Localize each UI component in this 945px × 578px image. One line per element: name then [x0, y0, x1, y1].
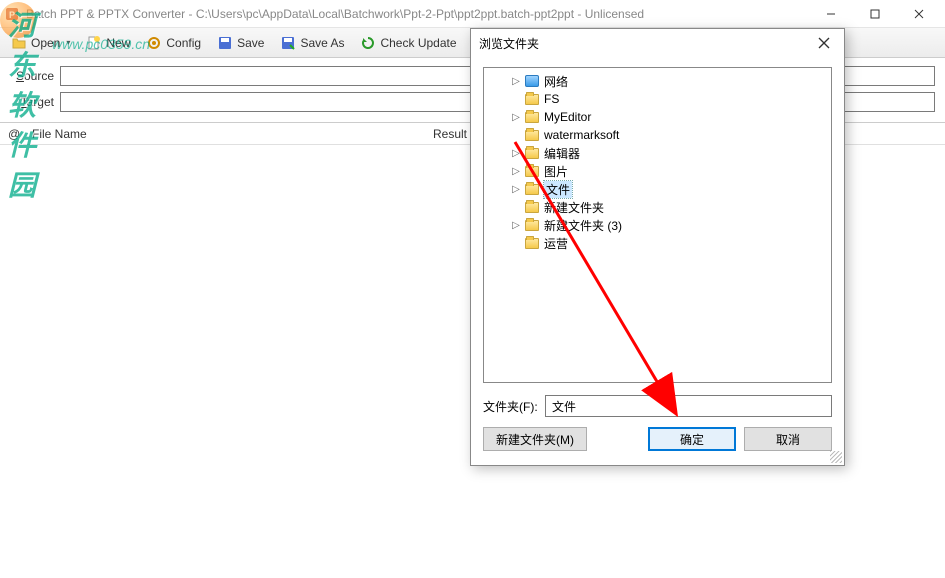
- tree-item[interactable]: FS: [486, 90, 829, 108]
- maximize-button[interactable]: [853, 0, 897, 28]
- cancel-button[interactable]: 取消: [744, 427, 832, 451]
- folder-icon: [524, 128, 540, 142]
- col-filename[interactable]: File Name: [24, 127, 425, 141]
- tree-item-label: watermarksoft: [544, 128, 619, 142]
- tree-item[interactable]: ▷ MyEditor: [486, 108, 829, 126]
- folder-tree[interactable]: ▷网络FS▷MyEditorwatermarksoft▷编辑器▷图片▷文件新建文…: [483, 67, 832, 383]
- folder-name-input[interactable]: [545, 395, 832, 417]
- config-button[interactable]: Config: [139, 32, 208, 54]
- tree-item-label: FS: [544, 92, 559, 106]
- tree-item[interactable]: ▷ 网络: [486, 72, 829, 90]
- window-titlebar: P Batch PPT & PPTX Converter - C:\Users\…: [0, 0, 945, 28]
- tree-item[interactable]: watermarksoft: [486, 126, 829, 144]
- tree-item[interactable]: 新建文件夹: [486, 198, 829, 216]
- open-icon: [11, 35, 27, 51]
- tree-item[interactable]: ▷ 文件: [486, 180, 829, 198]
- folder-icon: [524, 146, 540, 160]
- folder-icon: [524, 218, 540, 232]
- new-button[interactable]: New: [79, 32, 137, 54]
- folder-icon: [524, 164, 540, 178]
- dialog-titlebar: 浏览文件夹: [471, 29, 844, 57]
- tree-item-label: 图片: [544, 163, 568, 180]
- tree-item-label: 新建文件夹 (3): [544, 217, 622, 234]
- folder-icon: [524, 236, 540, 250]
- open-label: Open: [31, 36, 60, 50]
- check-update-label: Check Update: [380, 36, 456, 50]
- window-title: Batch PPT & PPTX Converter - C:\Users\pc…: [26, 7, 809, 21]
- refresh-icon: [360, 35, 376, 51]
- folder-icon: [524, 110, 540, 124]
- tree-item-label: 运营: [544, 235, 568, 252]
- svg-text:P: P: [9, 10, 15, 20]
- tree-item-label: 编辑器: [544, 145, 580, 162]
- dropdown-icon: ▾: [66, 38, 70, 47]
- save-button[interactable]: Save: [210, 32, 271, 54]
- tree-item[interactable]: ▷ 图片: [486, 162, 829, 180]
- tree-expander-icon[interactable]: ▷: [510, 166, 522, 177]
- config-label: Config: [166, 36, 201, 50]
- tree-expander-icon[interactable]: ▷: [510, 184, 522, 195]
- open-button[interactable]: Open ▾: [4, 32, 77, 54]
- tree-expander-icon[interactable]: ▷: [510, 220, 522, 231]
- tree-item-label: 新建文件夹: [544, 199, 604, 216]
- save-icon: [217, 35, 233, 51]
- target-label: TTargetarget: [10, 95, 54, 109]
- new-label: New: [106, 36, 130, 50]
- tree-expander-icon[interactable]: ▷: [510, 148, 522, 159]
- dialog-close-button[interactable]: [812, 31, 836, 55]
- save-as-button[interactable]: Save As: [273, 32, 351, 54]
- tree-expander-icon[interactable]: ▷: [510, 76, 522, 87]
- tree-expander-icon[interactable]: ▷: [510, 112, 522, 123]
- app-icon: P: [4, 6, 20, 22]
- close-button[interactable]: [897, 0, 941, 28]
- dialog-title: 浏览文件夹: [479, 35, 812, 52]
- folder-field-label: 文件夹(F):: [483, 398, 545, 415]
- tree-item[interactable]: 运营: [486, 234, 829, 252]
- col-status[interactable]: @: [0, 127, 24, 141]
- tree-item[interactable]: ▷ 编辑器: [486, 144, 829, 162]
- browse-folder-dialog: 浏览文件夹 ▷ 网络 FS ▷ MyEditor watermarksoft ▷ 编辑器 ▷ 图片…: [470, 28, 845, 466]
- tree-item-label: 网络: [544, 73, 568, 90]
- folder-icon: [524, 92, 540, 106]
- resize-grip-icon[interactable]: [830, 451, 842, 463]
- ok-button[interactable]: 确定: [648, 427, 736, 451]
- check-update-button[interactable]: Check Update: [353, 32, 463, 54]
- new-icon: [86, 35, 102, 51]
- tree-item[interactable]: ▷ 新建文件夹 (3): [486, 216, 829, 234]
- tree-item-label: 文件: [544, 181, 572, 198]
- save-as-icon: [280, 35, 296, 51]
- tree-item-label: MyEditor: [544, 110, 591, 124]
- save-label: Save: [237, 36, 264, 50]
- source-label: SSourceource: [10, 69, 54, 83]
- save-as-label: Save As: [300, 36, 344, 50]
- minimize-button[interactable]: [809, 0, 853, 28]
- gear-icon: [146, 35, 162, 51]
- new-folder-button[interactable]: 新建文件夹(M): [483, 427, 587, 451]
- folder-icon: [524, 200, 540, 214]
- network-icon: [524, 74, 540, 88]
- folder-icon: [524, 182, 540, 196]
